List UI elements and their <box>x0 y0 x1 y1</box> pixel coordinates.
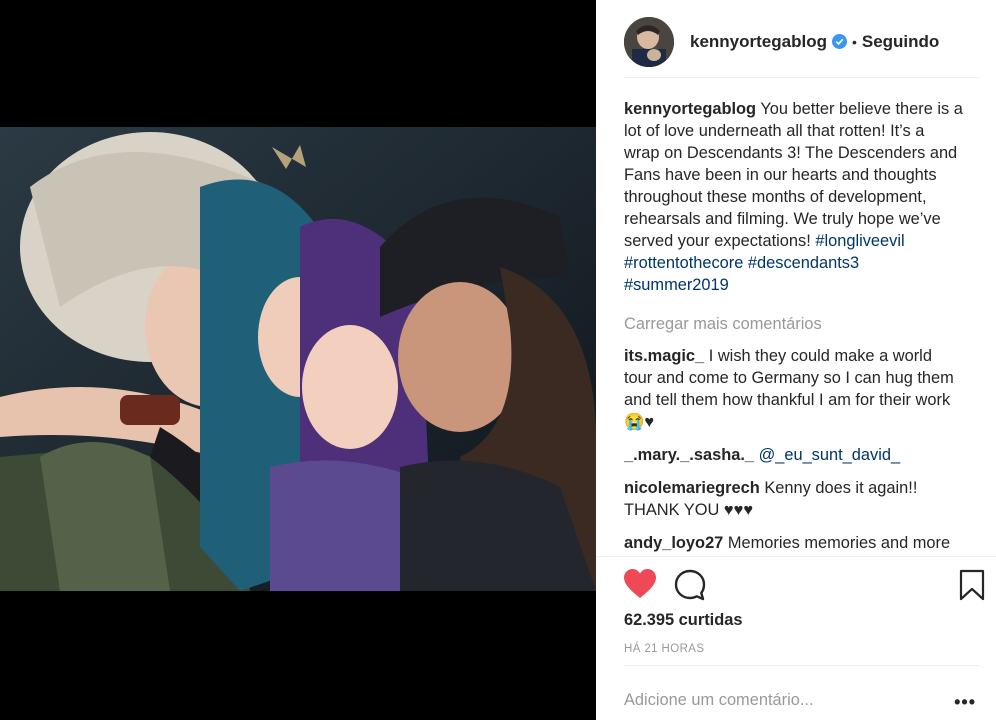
comment-item: andy_loyo27 Memories memories and more m… <box>624 532 964 555</box>
caption-author[interactable]: kennyortegablog <box>624 100 756 118</box>
bookmark-icon[interactable] <box>959 569 985 601</box>
comment-bubble-icon[interactable] <box>674 569 706 601</box>
post-photo[interactable] <box>0 127 596 591</box>
load-more-comments-link[interactable]: Carregar mais comentários <box>624 313 964 335</box>
author-avatar[interactable] <box>624 16 674 67</box>
heart-icon[interactable] <box>624 569 656 599</box>
comment-username[interactable]: andy_loyo27 <box>624 534 723 552</box>
comment-username[interactable]: its.magic_ <box>624 347 704 365</box>
follow-status-button[interactable]: Seguindo <box>862 32 939 52</box>
action-bar <box>596 556 996 608</box>
comment-mention[interactable]: @_eu_sunt_david_ <box>759 446 901 464</box>
separator-dot: • <box>851 33 857 50</box>
comment-item: _.mary._.sasha._ @_eu_sunt_david_ <box>624 444 964 466</box>
verified-badge-icon <box>831 34 847 49</box>
avatar-image <box>624 16 674 67</box>
comment-item: nicolemariegrech Kenny does it again!! T… <box>624 477 964 521</box>
post-side-panel: kennyortegablog • Seguindo kennyortegabl… <box>596 0 996 720</box>
comment-item: its.magic_ I wish they could make a worl… <box>624 345 964 433</box>
add-comment-bar: Adicione um comentário... ••• <box>624 665 980 720</box>
post-media <box>0 0 596 720</box>
more-options-icon[interactable]: ••• <box>954 692 976 713</box>
comment-username[interactable]: nicolemariegrech <box>624 479 760 497</box>
comment-username[interactable]: _.mary._.sasha._ <box>624 446 754 464</box>
add-comment-input[interactable]: Adicione um comentário... <box>624 691 814 710</box>
caption: kennyortegablog You better believe there… <box>624 98 964 296</box>
post-header: kennyortegablog • Seguindo <box>624 6 980 78</box>
likes-count[interactable]: 62.395 curtidas <box>624 611 742 630</box>
post-timestamp: HÁ 21 HORAS <box>624 643 705 655</box>
caption-text: You better believe there is a lot of lov… <box>624 100 963 250</box>
comments-list[interactable]: kennyortegablog You better believe there… <box>624 98 964 555</box>
post-photo-illustration <box>0 127 596 591</box>
author-username[interactable]: kennyortegablog <box>690 32 827 52</box>
